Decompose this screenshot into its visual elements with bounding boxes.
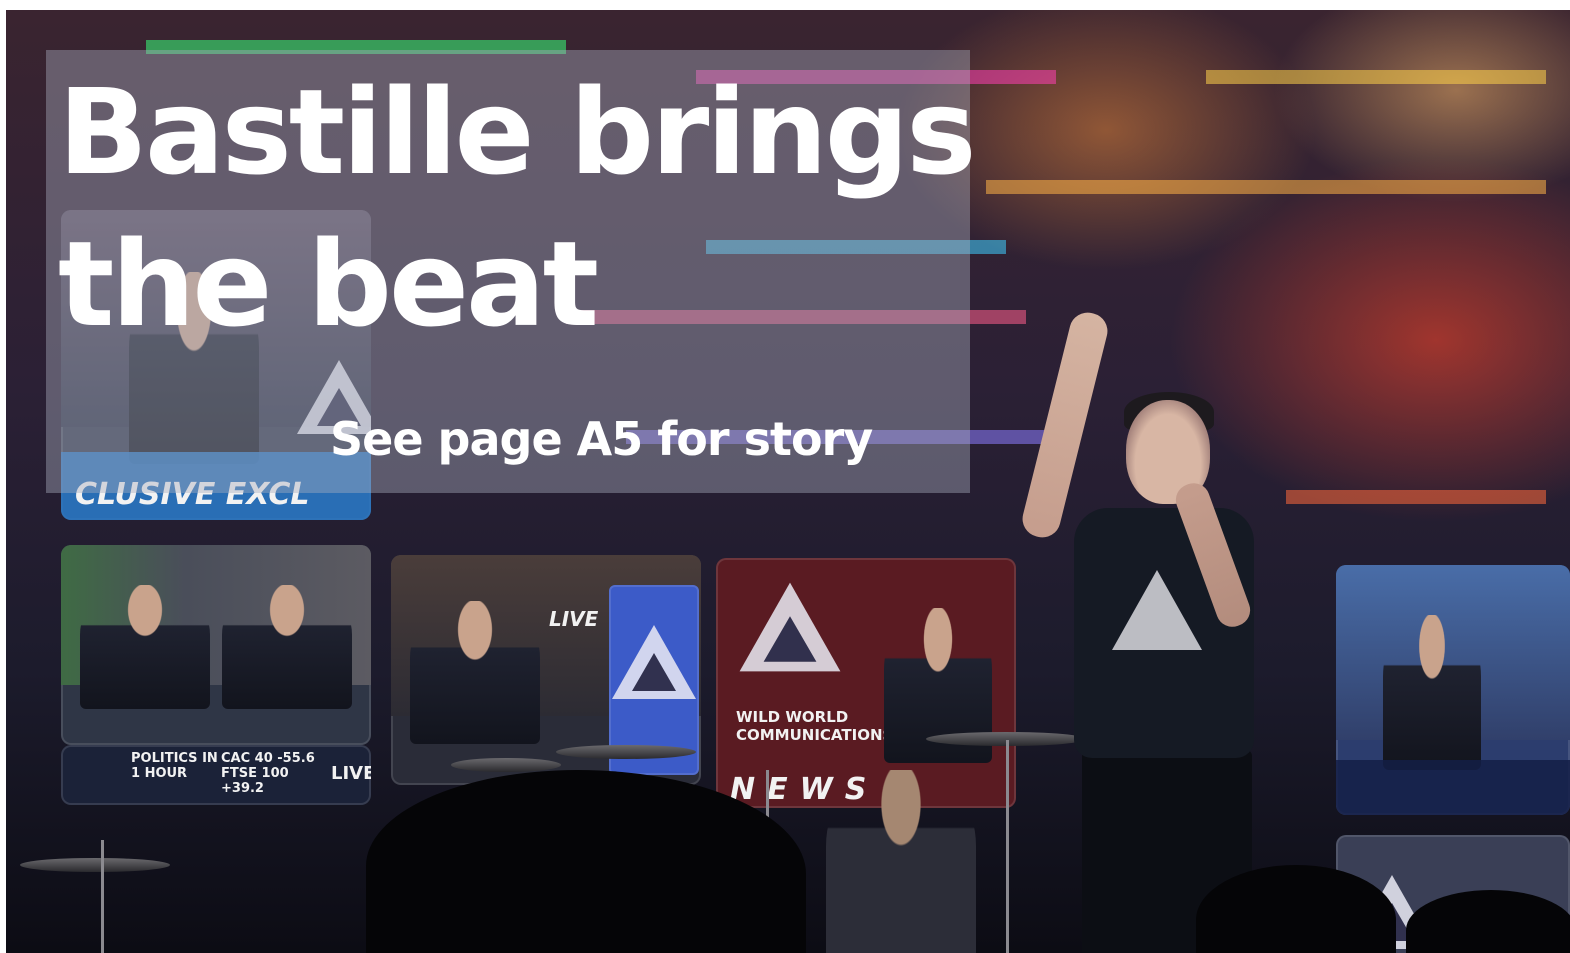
ticker-politics: POLITICS IN 1 HOUR (131, 751, 218, 781)
cymbal (556, 745, 696, 759)
headline-line-1: Bastille brings (58, 63, 976, 201)
singer (1018, 280, 1286, 953)
cymbal-stand (101, 840, 104, 953)
live-label: LIVE (331, 763, 371, 784)
glitch-band (986, 180, 1546, 194)
glitch-band (1286, 490, 1546, 504)
headline-line-2: the beat (58, 215, 599, 353)
brand-label: WILD WORLD COMMUNICATIONS (736, 708, 894, 744)
story-reference: See page A5 for story (330, 412, 873, 466)
cymbal (451, 758, 561, 772)
cymbal (20, 858, 170, 872)
news-screen: WILD WORLD COMMUNICATIONS NEWS (716, 558, 1016, 808)
live-label: LIVE (549, 607, 599, 631)
ticker-markets: CAC 40 -55.6 FTSE 100 +39.2 (221, 751, 315, 796)
drummer (826, 770, 976, 953)
news-screen (61, 545, 371, 745)
headline: Bastille brings the beat (58, 56, 978, 360)
news-screen (1336, 565, 1570, 815)
markets-ticker: POLITICS IN 1 HOUR CAC 40 -55.6 FTSE 100… (61, 745, 371, 805)
glitch-band (1206, 70, 1546, 84)
newspaper-photo-page: CLUSIVE EXCL POLITICS IN 1 HOUR CAC 40 -… (0, 0, 1570, 953)
cymbal-stand (1006, 740, 1009, 953)
